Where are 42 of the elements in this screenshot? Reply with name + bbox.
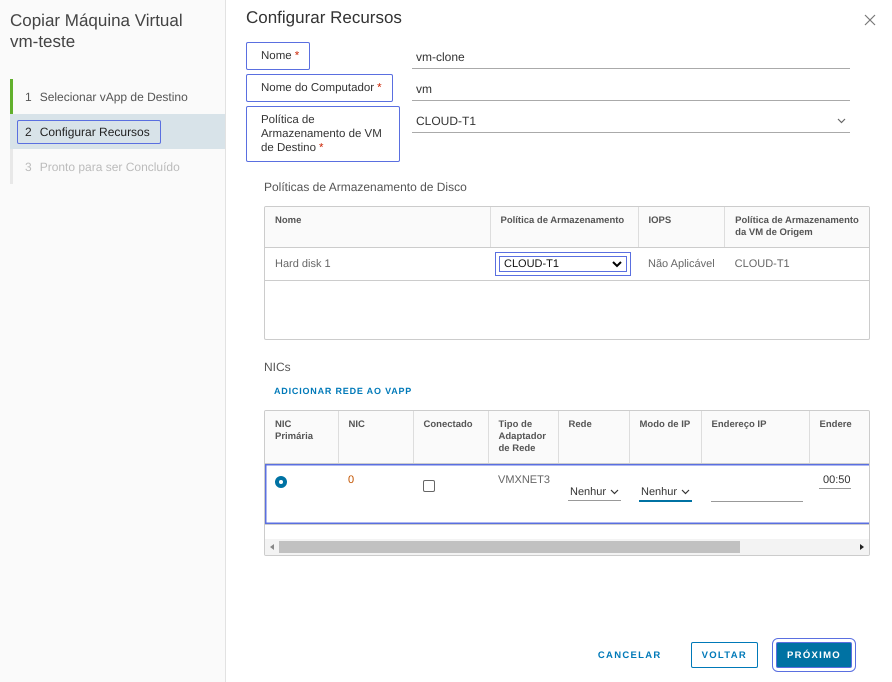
column-header: IOPS	[638, 207, 725, 248]
input-field[interactable]: vm	[412, 77, 850, 101]
ip-mode-dropdown[interactable]: Nenhur	[639, 484, 692, 502]
connected-checkbox[interactable]	[423, 480, 435, 492]
chevron-down-icon	[612, 260, 622, 268]
table-cell: 0	[338, 464, 413, 524]
field-label: Política de Armazenamento de VM de Destino *	[246, 106, 400, 162]
chevron-down-icon	[610, 489, 620, 495]
chevron-down-icon	[681, 489, 690, 495]
horizontal-scrollbar[interactable]	[265, 539, 869, 555]
add-network-link[interactable]: ADICIONAR REDE AO VAPP	[274, 386, 872, 396]
column-header: Endereço IP	[701, 411, 809, 464]
field-label: Nome do Computador *	[246, 74, 393, 102]
field-label: Nome *	[246, 42, 310, 70]
page-title: Configurar Recursos	[246, 8, 402, 29]
section-title: Políticas de Armazenamento de Disco	[264, 180, 468, 194]
column-header: Endere	[809, 411, 869, 464]
close-icon[interactable]	[864, 14, 876, 26]
column-header: Nome	[265, 207, 490, 248]
primary-nic-radio[interactable]	[275, 476, 287, 488]
back-button[interactable]: VOLTAR	[690, 642, 758, 668]
table-cell: Hard disk 1	[265, 248, 490, 280]
column-header: NIC Primária	[265, 411, 338, 464]
chevron-down-icon	[837, 118, 846, 124]
mac-address-field[interactable]: 00:50	[819, 472, 851, 489]
column-header: NIC	[338, 411, 413, 464]
column-header: Modo de IP	[629, 411, 701, 464]
column-header: Tipo de Adaptador de Rede	[488, 411, 558, 464]
wizard-step[interactable]: 2 Configurar Recursos	[10, 114, 225, 149]
column-header: Rede	[558, 411, 629, 464]
storage-policy-dropdown[interactable]: CLOUD-T1	[412, 109, 850, 133]
cancel-button[interactable]: CANCELAR	[586, 642, 673, 668]
table-cell: Não Aplicável	[638, 248, 725, 280]
network-dropdown[interactable]: Nenhur	[568, 484, 622, 501]
table-cell: VMXNET3	[488, 464, 558, 524]
input-field[interactable]: vm-clone	[412, 45, 850, 69]
column-header: Conectado	[413, 411, 488, 464]
column-header: Política de Armazenamento da VM de Origem	[724, 207, 869, 248]
table-cell: CLOUD-T1	[724, 248, 869, 280]
section-title: NICs	[264, 360, 292, 374]
wizard-title: Copiar Máquina Virtual vm-teste	[9, 10, 184, 52]
column-header: Política de Armazenamento	[490, 207, 638, 248]
